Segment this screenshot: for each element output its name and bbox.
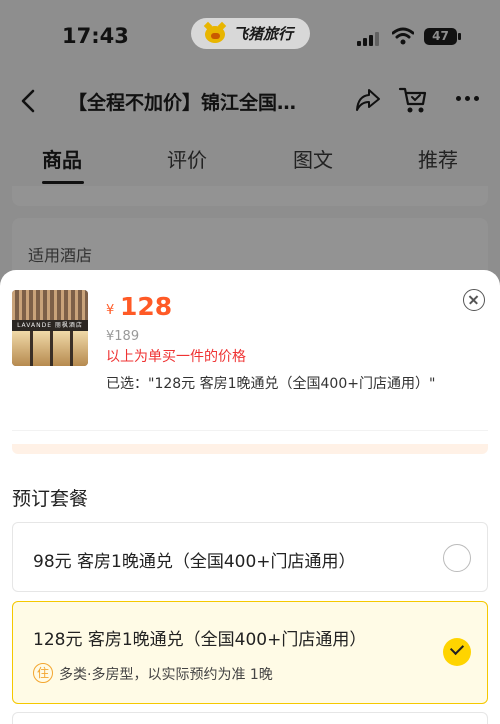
divider bbox=[12, 430, 488, 431]
share-icon[interactable] bbox=[354, 86, 382, 114]
selected-summary: 已选："128元 客房1晚通兑（全国400+门店通用）" bbox=[106, 376, 436, 392]
product-thumbnail[interactable]: LAVANDE 丽枫酒店 bbox=[12, 290, 88, 366]
cellular-signal-icon bbox=[357, 30, 381, 46]
app-name: 飞猪旅行 bbox=[233, 25, 294, 43]
close-icon[interactable] bbox=[463, 289, 485, 311]
cart-icon[interactable] bbox=[398, 84, 428, 116]
status-bar: 17:43 飞猪旅行 47 bbox=[0, 0, 500, 74]
tab-active-indicator bbox=[42, 181, 84, 184]
sku-sheet: LAVANDE 丽枫酒店 ¥ 128 ¥189 以上为单买一件的价格 已选："1… bbox=[0, 270, 500, 724]
tab-details[interactable]: 图文 bbox=[293, 144, 333, 173]
stay-badge-icon: 住 bbox=[33, 663, 53, 683]
tab-bar: 商品 评价 图文 推荐 bbox=[0, 128, 500, 184]
price-value: 128 bbox=[120, 292, 173, 321]
price-currency: ¥ bbox=[106, 303, 115, 318]
promo-strip bbox=[12, 444, 488, 454]
package-option-128[interactable]: 128元 客房1晚通兑（全国400+门店通用） 住 多类·多房型，以实际预约为准… bbox=[12, 601, 488, 704]
applicable-hotels-label: 适用酒店 bbox=[28, 246, 93, 265]
tab-goods[interactable]: 商品 bbox=[42, 144, 82, 173]
package-option-98[interactable]: 98元 客房1晚通兑（全国400+门店通用） bbox=[12, 522, 488, 592]
single-purchase-note: 以上为单买一件的价格 bbox=[106, 349, 246, 365]
package-option-label: 128元 客房1晚通兑（全国400+门店通用） bbox=[33, 630, 367, 650]
package-option-next[interactable] bbox=[12, 712, 488, 724]
nav-bar: 【全程不加价】锦江全国… bbox=[0, 74, 500, 128]
fliggy-pig-icon bbox=[203, 21, 227, 45]
app-indicator[interactable]: 飞猪旅行 bbox=[191, 18, 310, 49]
tab-recommend[interactable]: 推荐 bbox=[418, 144, 458, 173]
more-icon[interactable] bbox=[452, 96, 482, 104]
battery-tip bbox=[458, 33, 461, 40]
wifi-icon bbox=[392, 27, 414, 45]
page-title: 【全程不加价】锦江全国… bbox=[68, 92, 297, 114]
package-section-title: 预订套餐 bbox=[12, 488, 89, 510]
tab-reviews[interactable]: 评价 bbox=[167, 144, 207, 173]
thumbnail-sign: LAVANDE 丽枫酒店 bbox=[12, 320, 88, 331]
back-arrow-icon[interactable] bbox=[18, 88, 40, 114]
package-option-label: 98元 客房1晚通兑（全国400+门店通用） bbox=[33, 552, 356, 572]
original-price: ¥189 bbox=[106, 329, 140, 344]
background-card-top bbox=[12, 186, 488, 206]
battery-icon: 47 bbox=[424, 28, 457, 45]
radio-unchecked-icon[interactable] bbox=[443, 544, 471, 572]
package-option-desc: 多类·多房型，以实际预约为准 1晚 bbox=[59, 667, 273, 683]
status-time: 17:43 bbox=[62, 24, 129, 48]
radio-checked-icon[interactable] bbox=[443, 638, 471, 666]
